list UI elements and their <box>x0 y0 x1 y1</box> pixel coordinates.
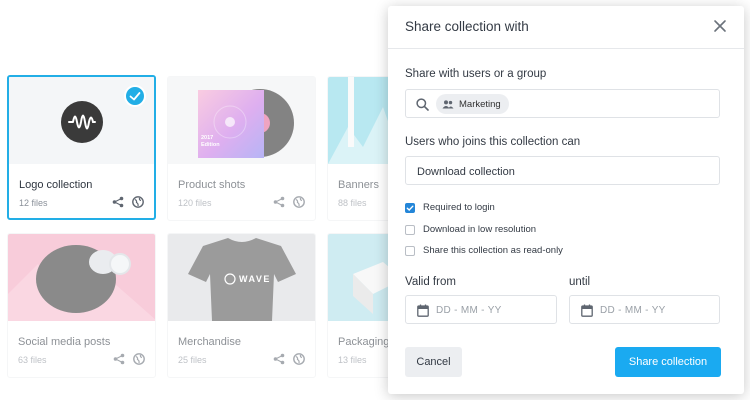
collection-card-social-media[interactable]: Social media posts 63 files <box>7 233 156 378</box>
valid-from-date-input[interactable]: DD - MM - YY <box>405 295 557 324</box>
until-label: until <box>569 276 591 288</box>
close-icon[interactable] <box>712 18 728 34</box>
card-file-count: 120 files <box>178 198 212 208</box>
date-placeholder: DD - MM - YY <box>600 305 666 316</box>
globe-icon[interactable] <box>293 353 305 365</box>
headphones-photo-image <box>8 245 155 321</box>
card-thumbnail: WAVE <box>168 234 315 321</box>
search-icon <box>416 98 429 111</box>
globe-icon[interactable] <box>293 196 305 208</box>
collection-card-logo[interactable]: Logo collection 12 files <box>7 75 156 220</box>
date-placeholder: DD - MM - YY <box>436 305 502 316</box>
card-thumbnail: 2017 Edition <box>168 77 315 164</box>
cancel-button[interactable]: Cancel <box>405 347 462 377</box>
permission-select[interactable]: Download collection <box>405 156 720 185</box>
option-read-only[interactable]: Share this collection as read-only <box>405 245 563 256</box>
option-low-resolution[interactable]: Download in low resolution <box>405 224 536 235</box>
share-collection-dialog: Share collection with Share with users o… <box>388 6 744 394</box>
globe-icon[interactable] <box>133 353 145 365</box>
header-divider <box>388 48 744 49</box>
card-title: Product shots <box>178 179 246 191</box>
card-file-count: 12 files <box>19 198 48 208</box>
share-with-label: Share with users or a group <box>405 68 547 80</box>
checkbox[interactable] <box>405 224 415 235</box>
option-label: Required to login <box>423 202 495 213</box>
share-icon[interactable] <box>273 353 285 365</box>
selected-check-icon[interactable] <box>124 85 146 107</box>
share-icon[interactable] <box>273 196 285 208</box>
group-chip-label: Marketing <box>459 98 501 110</box>
calendar-icon <box>581 304 593 317</box>
calendar-icon <box>417 304 429 317</box>
card-title: Social media posts <box>18 336 111 348</box>
until-date-input[interactable]: DD - MM - YY <box>569 295 720 324</box>
share-users-input[interactable]: Marketing <box>405 89 720 118</box>
card-file-count: 63 files <box>18 355 47 365</box>
group-icon <box>442 99 454 108</box>
card-file-count: 25 files <box>178 355 207 365</box>
dialog-title: Share collection with <box>405 19 529 34</box>
card-thumbnail <box>8 234 155 321</box>
globe-icon[interactable] <box>132 196 144 208</box>
album-edition-text: 2017 Edition <box>201 135 220 148</box>
option-label: Download in low resolution <box>423 224 537 235</box>
option-required-login[interactable]: Required to login <box>405 202 495 213</box>
checkbox[interactable] <box>405 245 415 256</box>
share-icon[interactable] <box>113 353 125 365</box>
collection-card-merchandise[interactable]: WAVE Merchandise 25 files <box>167 233 316 378</box>
card-title: Merchandise <box>178 336 241 348</box>
group-chip[interactable]: Marketing <box>436 94 509 114</box>
waveform-logo-icon <box>61 101 103 143</box>
card-title: Logo collection <box>19 179 93 191</box>
vinyl-album-image <box>198 89 294 158</box>
valid-from-label: Valid from <box>405 276 456 288</box>
shirt-brand-text: WAVE <box>239 274 271 284</box>
card-title: Banners <box>338 179 379 191</box>
permission-label: Users who joins this collection can <box>405 136 581 148</box>
card-file-count: 88 files <box>338 198 367 208</box>
card-file-count: 13 files <box>338 355 367 365</box>
checkbox-checked[interactable] <box>405 202 415 213</box>
share-icon[interactable] <box>112 196 124 208</box>
collection-card-product-shots[interactable]: 2017 Edition Product shots 120 files <box>167 76 316 221</box>
share-collection-button[interactable]: Share collection <box>615 347 721 377</box>
card-title: Packaging <box>338 336 390 348</box>
permission-value: Download collection <box>417 166 515 178</box>
option-label: Share this collection as read-only <box>423 245 563 256</box>
